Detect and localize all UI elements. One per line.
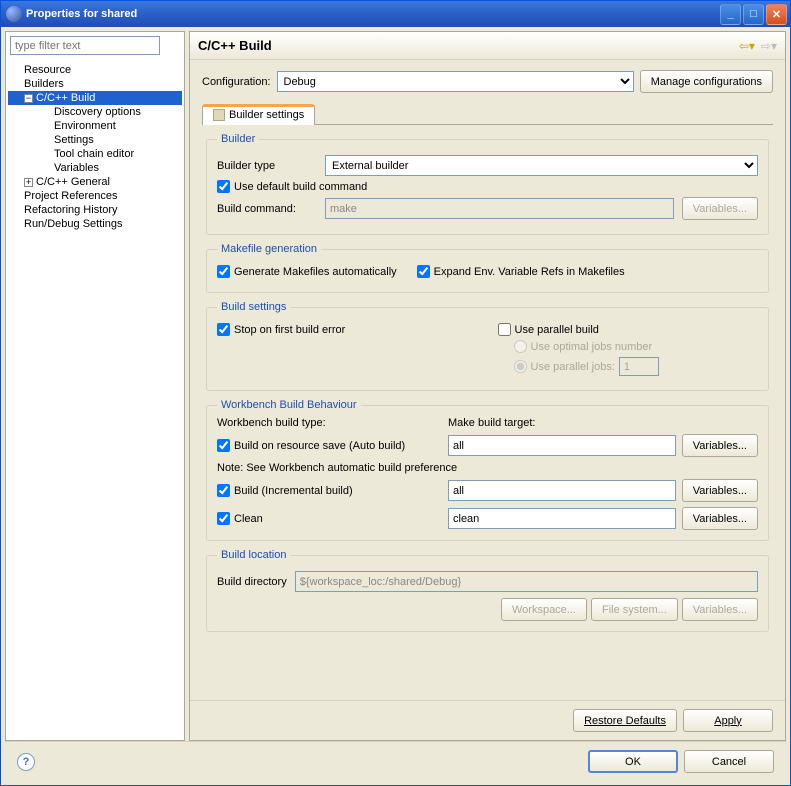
tree-item-environment[interactable]: Environment xyxy=(8,119,182,133)
left-panel: Resource Builders −C/C++ Build Discovery… xyxy=(5,31,185,741)
build-command-label: Build command: xyxy=(217,203,317,215)
use-parallel-checkbox[interactable]: Use parallel build xyxy=(498,323,759,336)
bottom-bar: ? OK Cancel xyxy=(5,741,786,781)
tab-builder-settings[interactable]: Builder settings xyxy=(202,104,315,125)
clean-checkbox[interactable]: Clean xyxy=(217,512,442,525)
builder-type-label: Builder type xyxy=(217,160,317,172)
eclipse-icon xyxy=(6,6,22,22)
minimize-button[interactable]: _ xyxy=(720,4,741,25)
incremental-variables-button[interactable]: Variables... xyxy=(682,479,758,502)
generate-makefiles-checkbox[interactable]: Generate Makefiles automatically xyxy=(217,265,397,278)
incremental-build-checkbox[interactable]: Build (Incremental build) xyxy=(217,484,442,497)
page-body: Configuration: Debug Manage configuratio… xyxy=(190,60,785,700)
filesystem-button: File system... xyxy=(591,598,678,621)
configuration-select[interactable]: Debug xyxy=(277,71,634,92)
right-panel: C/C++ Build ⇦▾ ⇨▾ Configuration: Debug M… xyxy=(189,31,786,741)
nav-arrows: ⇦▾ ⇨▾ xyxy=(739,39,777,53)
tree-item-resource[interactable]: Resource xyxy=(8,63,182,77)
tree-item-settings[interactable]: Settings xyxy=(8,133,182,147)
jobs-spinner xyxy=(619,357,659,376)
page-footer: Restore Defaults Apply xyxy=(190,700,785,740)
parallel-jobs-radio: Use parallel jobs: xyxy=(514,357,759,376)
expand-icon[interactable]: + xyxy=(24,178,33,187)
clean-target-input[interactable] xyxy=(448,508,676,529)
workspace-button: Workspace... xyxy=(501,598,587,621)
clean-variables-button[interactable]: Variables... xyxy=(682,507,758,530)
auto-build-checkbox[interactable]: Build on resource save (Auto build) xyxy=(217,439,442,452)
build-cmd-variables-button: Variables... xyxy=(682,197,758,220)
builder-type-select[interactable]: External builder xyxy=(325,155,758,176)
tree-item-refactoring[interactable]: Refactoring History xyxy=(8,203,182,217)
auto-build-target-input[interactable] xyxy=(448,435,676,456)
workbench-type-header: Workbench build type: xyxy=(217,417,442,429)
main-split: Resource Builders −C/C++ Build Discovery… xyxy=(5,31,786,741)
build-settings-group: Build settings Stop on first build error xyxy=(206,301,769,391)
cancel-button[interactable]: Cancel xyxy=(684,750,774,773)
tree-item-builders[interactable]: Builders xyxy=(8,77,182,91)
filter-input[interactable] xyxy=(10,36,160,55)
expand-env-checkbox[interactable]: Expand Env. Variable Refs in Makefiles xyxy=(417,265,625,278)
tree-item-rundebug[interactable]: Run/Debug Settings xyxy=(8,217,182,231)
ok-button[interactable]: OK xyxy=(588,750,678,773)
restore-defaults-button[interactable]: Restore Defaults xyxy=(573,709,677,732)
tree-item-variables[interactable]: Variables xyxy=(8,161,182,175)
window-controls: _ □ ✕ xyxy=(720,4,787,25)
stop-on-error-checkbox[interactable]: Stop on first build error xyxy=(217,323,478,336)
tree-item-discovery[interactable]: Discovery options xyxy=(8,105,182,119)
optimal-jobs-radio: Use optimal jobs number xyxy=(514,340,759,353)
build-directory-label: Build directory xyxy=(217,576,287,588)
tab-content: Builder Builder type External builder Us… xyxy=(202,125,773,644)
make-target-header: Make build target: xyxy=(448,417,676,429)
manage-configurations-button[interactable]: Manage configurations xyxy=(640,70,773,93)
tree-item-project-refs[interactable]: Project References xyxy=(8,189,182,203)
help-icon[interactable]: ? xyxy=(17,753,35,771)
back-arrow-icon[interactable]: ⇦▾ xyxy=(739,39,755,53)
location-variables-button: Variables... xyxy=(682,598,758,621)
tab-bar: Builder settings xyxy=(202,103,773,125)
tree-item-cpp-general[interactable]: +C/C++ General xyxy=(8,175,182,189)
auto-build-variables-button[interactable]: Variables... xyxy=(682,434,758,457)
close-button[interactable]: ✕ xyxy=(766,4,787,25)
configuration-row: Configuration: Debug Manage configuratio… xyxy=(202,70,773,93)
tab-label: Builder settings xyxy=(229,109,304,121)
page-header: C/C++ Build ⇦▾ ⇨▾ xyxy=(190,32,785,60)
incremental-target-input[interactable] xyxy=(448,480,676,501)
tree-item-cpp-build[interactable]: −C/C++ Build xyxy=(8,91,182,105)
properties-dialog: Properties for shared _ □ ✕ Resource Bui… xyxy=(0,0,791,786)
build-directory-input xyxy=(295,571,758,592)
builder-group: Builder Builder type External builder Us… xyxy=(206,133,769,235)
properties-tree[interactable]: Resource Builders −C/C++ Build Discovery… xyxy=(6,59,184,740)
page-title: C/C++ Build xyxy=(198,38,739,53)
use-default-build-checkbox[interactable]: Use default build command xyxy=(217,180,758,193)
makefile-legend: Makefile generation xyxy=(217,243,321,255)
workbench-legend: Workbench Build Behaviour xyxy=(217,399,361,411)
forward-arrow-icon: ⇨▾ xyxy=(761,39,777,53)
tree-item-toolchain[interactable]: Tool chain editor xyxy=(8,147,182,161)
makefile-group: Makefile generation Generate Makefiles a… xyxy=(206,243,769,293)
build-command-input xyxy=(325,198,674,219)
builder-settings-icon xyxy=(213,109,225,121)
apply-button[interactable]: Apply xyxy=(683,709,773,732)
build-location-legend: Build location xyxy=(217,549,290,561)
collapse-icon[interactable]: − xyxy=(24,94,33,103)
build-location-group: Build location Build directory Workspace… xyxy=(206,549,769,632)
workbench-note: Note: See Workbench automatic build pref… xyxy=(217,462,758,474)
window-title: Properties for shared xyxy=(26,8,720,20)
builder-legend: Builder xyxy=(217,133,259,145)
build-settings-legend: Build settings xyxy=(217,301,290,313)
dialog-content: Resource Builders −C/C++ Build Discovery… xyxy=(1,27,790,785)
configuration-label: Configuration: xyxy=(202,76,271,88)
workbench-group: Workbench Build Behaviour Workbench buil… xyxy=(206,399,769,541)
maximize-button[interactable]: □ xyxy=(743,4,764,25)
titlebar: Properties for shared _ □ ✕ xyxy=(1,1,790,27)
